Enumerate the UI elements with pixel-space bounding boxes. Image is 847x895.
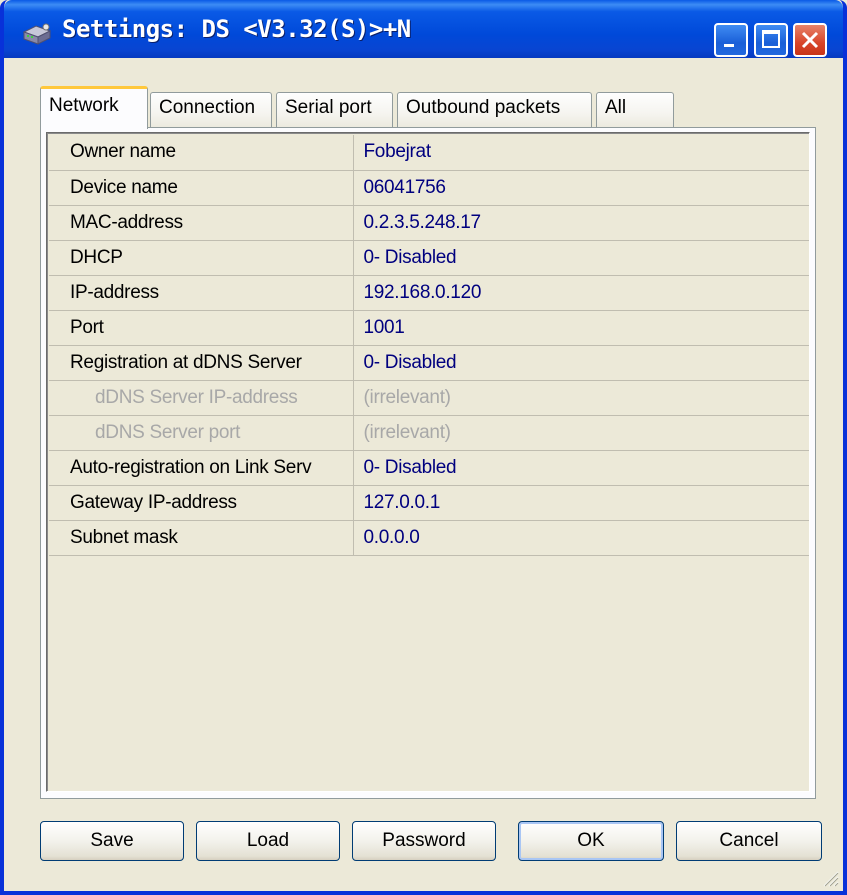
- tab-serial-port[interactable]: Serial port: [276, 92, 393, 128]
- window-title: Settings: DS <V3.32(S)>+N: [62, 15, 411, 43]
- property-value[interactable]: 127.0.0.1: [353, 485, 809, 521]
- property-row-owner-name[interactable]: Owner name Fobejrat: [49, 135, 809, 171]
- property-name: Port: [49, 310, 354, 346]
- property-row-ddns-server-ip: dDNS Server IP-address (irrelevant): [49, 380, 809, 416]
- property-name: Owner name: [49, 135, 354, 171]
- property-name: Auto-registration on Link Serv: [49, 450, 354, 486]
- property-value[interactable]: 1001: [353, 310, 809, 346]
- property-value[interactable]: 192.168.0.120: [353, 275, 809, 311]
- minimize-button[interactable]: [714, 23, 748, 57]
- cancel-button[interactable]: Cancel: [676, 821, 822, 861]
- maximize-icon: [762, 30, 780, 48]
- property-name: dDNS Server port: [49, 415, 354, 451]
- property-value[interactable]: 06041756: [353, 170, 809, 206]
- property-value: (irrelevant): [353, 415, 809, 451]
- close-icon: [801, 31, 819, 49]
- property-value: (irrelevant): [353, 380, 809, 416]
- property-row-ddns-registration[interactable]: Registration at dDNS Server 0- Disabled: [49, 345, 809, 381]
- close-button[interactable]: [793, 23, 827, 57]
- property-row-port[interactable]: Port 1001: [49, 310, 809, 346]
- property-row-device-name[interactable]: Device name 06041756: [49, 170, 809, 206]
- property-value[interactable]: Fobejrat: [353, 135, 809, 171]
- tab-outbound-packets[interactable]: Outbound packets: [397, 92, 592, 128]
- property-row-mac-address[interactable]: MAC-address 0.2.3.5.248.17: [49, 205, 809, 241]
- resize-grip-icon[interactable]: [819, 867, 839, 887]
- maximize-button[interactable]: [754, 23, 788, 57]
- title-bar[interactable]: Settings: DS <V3.32(S)>+N: [4, 0, 843, 58]
- property-value[interactable]: 0.0.0.0: [353, 520, 809, 556]
- tab-panel-network: Owner name Fobejrat Device name 06041756…: [40, 127, 816, 799]
- property-row-subnet-mask[interactable]: Subnet mask 0.0.0.0: [49, 520, 809, 556]
- settings-window: Settings: DS <V3.32(S)>+N Network Connec…: [0, 0, 847, 895]
- property-row-auto-registration[interactable]: Auto-registration on Link Serv 0- Disabl…: [49, 450, 809, 486]
- tab-network[interactable]: Network: [40, 86, 148, 129]
- property-name: Gateway IP-address: [49, 485, 354, 521]
- property-value[interactable]: 0- Disabled: [353, 345, 809, 381]
- property-row-gateway-ip[interactable]: Gateway IP-address 127.0.0.1: [49, 485, 809, 521]
- property-name: DHCP: [49, 240, 354, 276]
- property-name: dDNS Server IP-address: [49, 380, 354, 416]
- property-value[interactable]: 0.2.3.5.248.17: [353, 205, 809, 241]
- load-button[interactable]: Load: [196, 821, 340, 861]
- save-button[interactable]: Save: [40, 821, 184, 861]
- property-row-ddns-server-port: dDNS Server port (irrelevant): [49, 415, 809, 451]
- property-table: Owner name Fobejrat Device name 06041756…: [49, 135, 809, 556]
- network-device-icon: [22, 23, 52, 45]
- property-row-ip-address[interactable]: IP-address 192.168.0.120: [49, 275, 809, 311]
- tab-connection[interactable]: Connection: [150, 92, 272, 128]
- property-grid: Owner name Fobejrat Device name 06041756…: [46, 132, 810, 792]
- password-button[interactable]: Password: [352, 821, 496, 861]
- ok-button[interactable]: OK: [518, 821, 664, 861]
- property-row-dhcp[interactable]: DHCP 0- Disabled: [49, 240, 809, 276]
- property-value[interactable]: 0- Disabled: [353, 450, 809, 486]
- property-value[interactable]: 0- Disabled: [353, 240, 809, 276]
- property-name: Subnet mask: [49, 520, 354, 556]
- tab-all[interactable]: All: [596, 92, 674, 128]
- property-name: MAC-address: [49, 205, 354, 241]
- property-name: Device name: [49, 170, 354, 206]
- property-name: IP-address: [49, 275, 354, 311]
- minimize-icon: [724, 44, 734, 47]
- property-name: Registration at dDNS Server: [49, 345, 354, 381]
